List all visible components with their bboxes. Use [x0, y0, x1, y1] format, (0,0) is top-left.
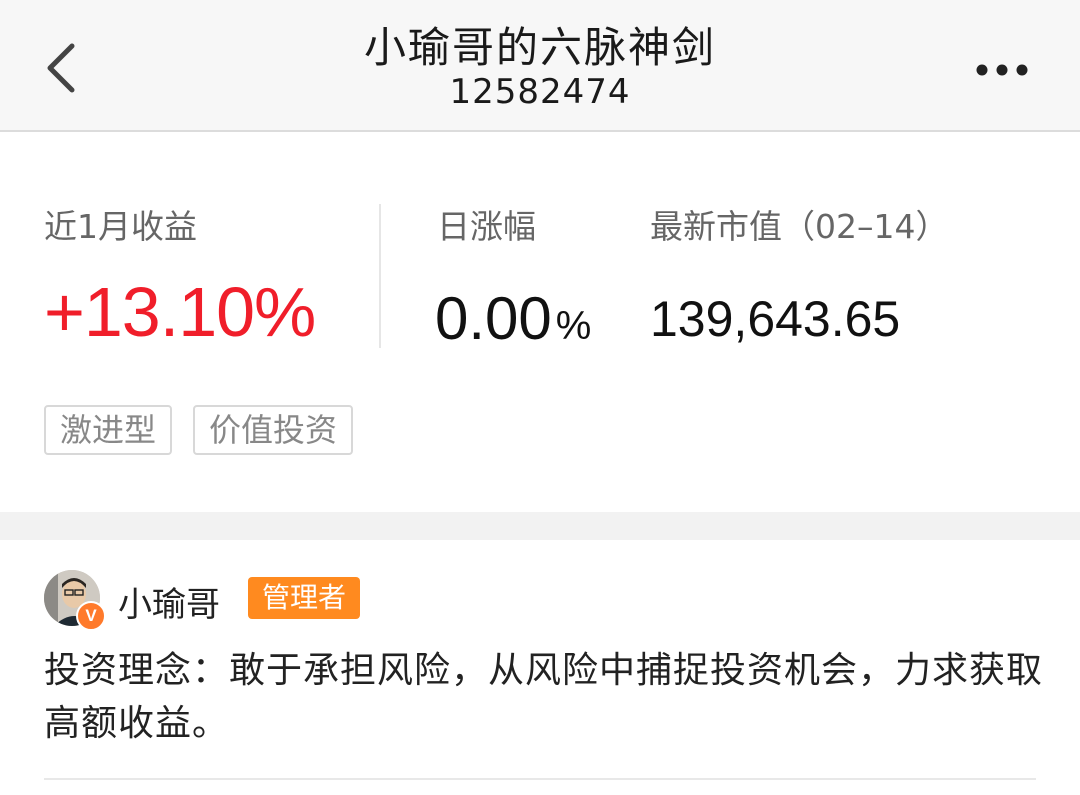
role-badge: 管理者 [248, 577, 361, 619]
divider [44, 778, 1036, 780]
more-horizontal-icon [976, 64, 1028, 76]
monthly-return-label: 近1月收益 [44, 207, 197, 246]
daily-change-label: 日涨幅 [437, 207, 536, 246]
investment-philosophy: 投资理念：敢于承担风险，从风险中捕捉投资机会，力求获取高额收益。 [44, 650, 1044, 744]
manager-section: V 小瑜哥 管理者 投资理念：敢于承担风险，从风险中捕捉投资机会，力求获取高额收… [0, 540, 1080, 795]
page-title: 小瑜哥的六脉神剑 [363, 23, 716, 72]
daily-change-number: 0.00 [435, 285, 552, 352]
portfolio-id: 12582474 [449, 72, 631, 112]
tag-value-investing: 价值投资 [193, 405, 354, 455]
market-value: 139,643.65 [650, 291, 901, 347]
manager-name[interactable]: 小瑜哥 [118, 577, 220, 626]
stats-divider [379, 204, 381, 348]
section-gap [0, 512, 1080, 540]
monthly-return-value: +13.10% [44, 273, 316, 351]
daily-change-value: 0.00% [435, 284, 591, 353]
verified-badge-icon: V [76, 601, 106, 631]
portfolio-stats: 近1月收益 +13.10% 日涨幅 0.00% 最新市值（02–14） 139,… [0, 132, 1080, 512]
more-button[interactable] [970, 50, 1040, 90]
daily-change-unit: % [555, 304, 592, 348]
nav-header: 小瑜哥的六脉神剑 12582474 [0, 0, 1080, 132]
market-value-label: 最新市值（02–14） [650, 207, 949, 246]
tag-aggressive: 激进型 [44, 405, 173, 455]
